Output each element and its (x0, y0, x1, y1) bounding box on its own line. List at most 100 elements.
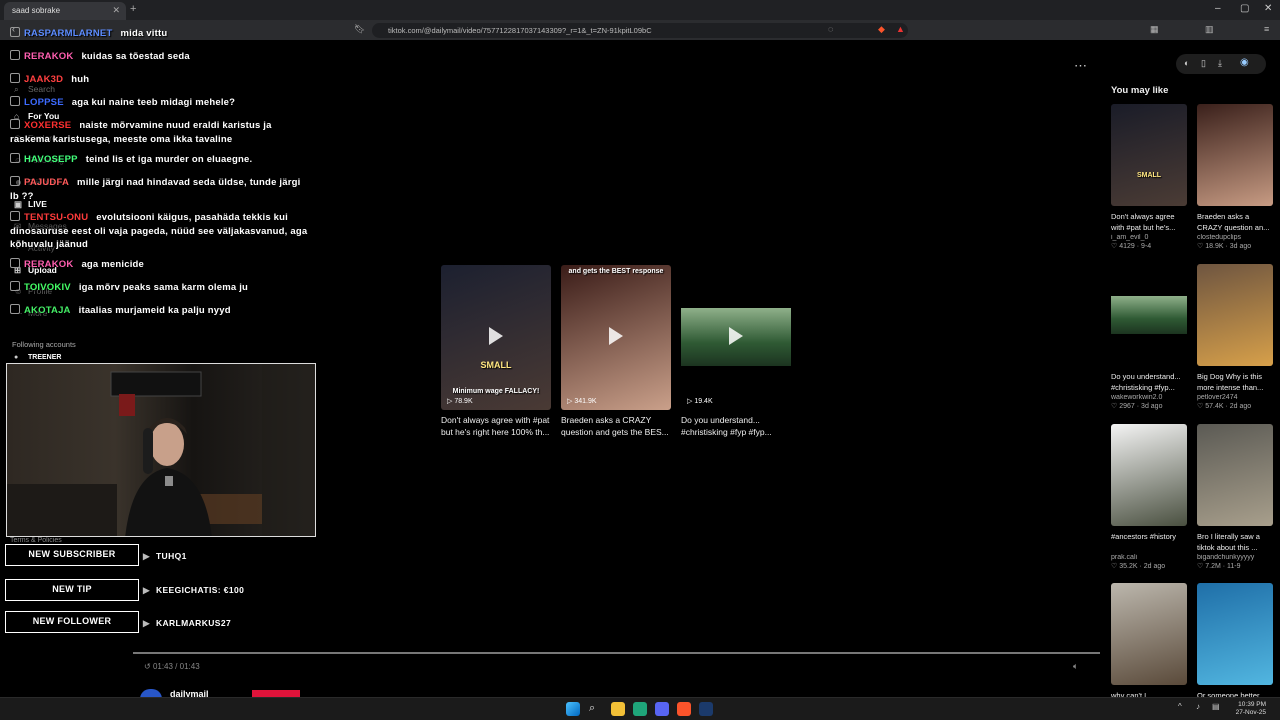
file-explorer-icon[interactable] (611, 702, 625, 716)
recommended-video-card[interactable]: Or someone better (1197, 583, 1273, 701)
mute-tab-icon[interactable]: ◌ (828, 24, 833, 34)
recommended-title[interactable]: Braeden asks a CRAZY question an... (1197, 211, 1273, 233)
recommended-title[interactable]: #ancestors #history (1111, 531, 1187, 553)
chat-text: huh (71, 74, 90, 85)
new-tab-icon[interactable]: + (130, 3, 136, 15)
play-icon[interactable] (489, 327, 503, 345)
minimize-icon[interactable]: – (1215, 3, 1221, 14)
play-icon[interactable] (609, 327, 623, 345)
heart-icon: ♡ (1197, 403, 1206, 410)
recommended-author[interactable]: bigandchunkyyyyy (1197, 554, 1273, 561)
following-account-item[interactable]: ● TREENER (14, 354, 61, 361)
heart-icon: ♡ (1197, 243, 1206, 250)
video-card[interactable]: ▷ 19.4K Do you understand... #christiskin… (681, 265, 791, 440)
recommended-author[interactable]: i_am_evil_0 (1111, 234, 1187, 241)
tab-title: saad sobrake (12, 6, 61, 15)
recommended-thumbnail[interactable] (1111, 424, 1187, 526)
terms-link[interactable]: Terms & Policies (10, 537, 62, 544)
network-icon[interactable]: ▤ (1212, 702, 1226, 716)
chat-badge-icon (10, 304, 20, 314)
recommended-video-card[interactable]: #ancestors #history prak.cali ♡ 35.2K · 2d… (1111, 424, 1187, 570)
recommended-title[interactable]: Big Dog Why is this more intense than... (1197, 371, 1273, 393)
video-progress-bar[interactable] (133, 652, 1100, 654)
video-thumbnail[interactable]: ▷ 19.4K (681, 265, 791, 410)
bookmark-icon[interactable]: 🔖︎ (354, 24, 365, 35)
play-icon[interactable] (729, 327, 743, 345)
sidebar-toggle-icon[interactable]: ▥ (1205, 24, 1214, 35)
heart-icon: ♡ (1197, 563, 1206, 570)
new-follower-alert: NEW FOLLOWER (5, 611, 139, 633)
recommended-thumbnail[interactable] (1111, 264, 1187, 366)
video-thumbnail[interactable]: and gets the BEST response ▷ 341.9K (561, 265, 671, 410)
recommended-title[interactable]: Do you understand... #christisking #fyp.… (1111, 371, 1187, 393)
theme-icon[interactable]: ◐ (1184, 58, 1189, 68)
chat-message: TENTSU-ONU evolutsiooni käigus, pasahäda … (10, 211, 310, 252)
system-clock[interactable]: 10:39 PM 27-Nov-25 (1236, 701, 1266, 717)
chat-badge-icon (10, 50, 20, 60)
recommended-video-card[interactable]: Do you understand... #christisking #fyp.… (1111, 264, 1187, 410)
download-icon[interactable]: ⤓ (1218, 58, 1222, 69)
chat-text: kuidas sa tõestad seda (81, 51, 190, 62)
new-subscriber-name: ▶ TUHQ1 (143, 551, 187, 561)
post-date: 3d ago (1229, 243, 1252, 250)
webcam-image (7, 364, 315, 536)
mic-icon[interactable]: ♪ (1196, 702, 1210, 716)
brave-shield-icon[interactable]: ◆ (878, 24, 885, 35)
video-caption[interactable]: Do you understand... #christisking #fyp … (681, 414, 791, 440)
chat-badge-icon (10, 27, 20, 37)
replay-icon[interactable]: ↺ (144, 662, 151, 671)
video-card[interactable]: SMALL Minimum wage FALLACY! ▷ 78.9K Don't a… (441, 265, 551, 440)
recommended-thumbnail[interactable] (1197, 424, 1273, 526)
video-caption[interactable]: Don't always agree with #pat but he's ri… (441, 414, 551, 440)
you-may-like-title: You may like (1111, 85, 1169, 96)
recommended-thumbnail[interactable] (1197, 264, 1273, 366)
recommended-author[interactable]: wakeworkwin2.0 (1111, 394, 1187, 401)
chat-username: RERAKOK (24, 51, 74, 62)
steam-icon[interactable] (699, 702, 713, 716)
chat-message: XOXERSE naiste mõrvamine nuud eraldi kari… (10, 119, 310, 146)
chat-message: AKOTAJA itaalias murjameid ka palju nyyd (10, 304, 310, 318)
maximize-icon[interactable]: ▢ (1240, 3, 1249, 14)
recommended-author[interactable]: prak.cali (1111, 554, 1187, 561)
chat-text: aga menicide (81, 259, 145, 270)
rewards-icon[interactable]: ▲ (896, 24, 905, 34)
phone-icon[interactable]: ▯ (1201, 58, 1206, 69)
app-icon[interactable] (633, 702, 647, 716)
recommended-video-card[interactable]: Braeden asks a CRAZY question an... clost… (1197, 104, 1273, 250)
recommended-video-card[interactable]: Big Dog Why is this more intense than...… (1197, 264, 1273, 410)
video-card[interactable]: and gets the BEST response ▷ 341.9K Braede… (561, 265, 671, 440)
discord-icon[interactable] (655, 702, 669, 716)
recommended-title[interactable]: Bro I literally saw a tiktok about this … (1197, 531, 1273, 553)
video-caption[interactable]: Braeden asks a CRAZY question and gets t… (561, 414, 671, 440)
chat-badge-icon (10, 96, 20, 106)
recommended-thumbnail[interactable]: SMALL (1111, 104, 1187, 206)
more-options-icon[interactable]: ⋯ (1074, 58, 1087, 74)
recommended-author[interactable]: clostedupclips (1197, 234, 1273, 241)
recommended-author[interactable]: petlover2474 (1197, 394, 1273, 401)
avatar: ● (14, 354, 19, 361)
chat-username: RASPARMLARNET (24, 28, 113, 39)
volume-icon[interactable]: 🔈︎ (1073, 661, 1078, 672)
timecode-text: 01:43 / 01:43 (152, 662, 200, 671)
extensions-icon[interactable]: ▦ (1150, 24, 1159, 35)
recommended-video-card[interactable]: why can't I (1111, 583, 1187, 701)
search-icon[interactable]: ⌕ (589, 702, 603, 716)
start-icon[interactable] (566, 702, 580, 716)
tray-chevron-icon[interactable]: ^ (1178, 702, 1192, 716)
menu-icon[interactable]: ≡ (1264, 24, 1269, 34)
recommended-title[interactable]: Don't always agree with #pat but he's... (1111, 211, 1187, 233)
recommended-thumbnail[interactable] (1197, 104, 1273, 206)
browser-tab[interactable]: saad sobrake ✕ (4, 2, 126, 20)
post-date: 2d ago (1229, 403, 1252, 410)
chat-badge-icon (10, 119, 20, 129)
view-count: ▷ 78.9K (447, 397, 473, 405)
recommended-video-card[interactable]: Bro I literally saw a tiktok about this … (1197, 424, 1273, 570)
brave-browser-icon[interactable] (677, 702, 691, 716)
recommended-video-card[interactable]: SMALL Don't always agree with #pat but he… (1111, 104, 1187, 250)
recommended-thumbnail[interactable] (1197, 583, 1273, 685)
recommended-thumbnail[interactable] (1111, 583, 1187, 685)
video-thumbnail[interactable]: SMALL Minimum wage FALLACY! ▷ 78.9K (441, 265, 551, 410)
close-tab-icon[interactable]: ✕ (112, 5, 120, 16)
game-icon[interactable]: ◉ (1240, 57, 1249, 68)
close-window-icon[interactable]: ✕ (1264, 3, 1272, 14)
